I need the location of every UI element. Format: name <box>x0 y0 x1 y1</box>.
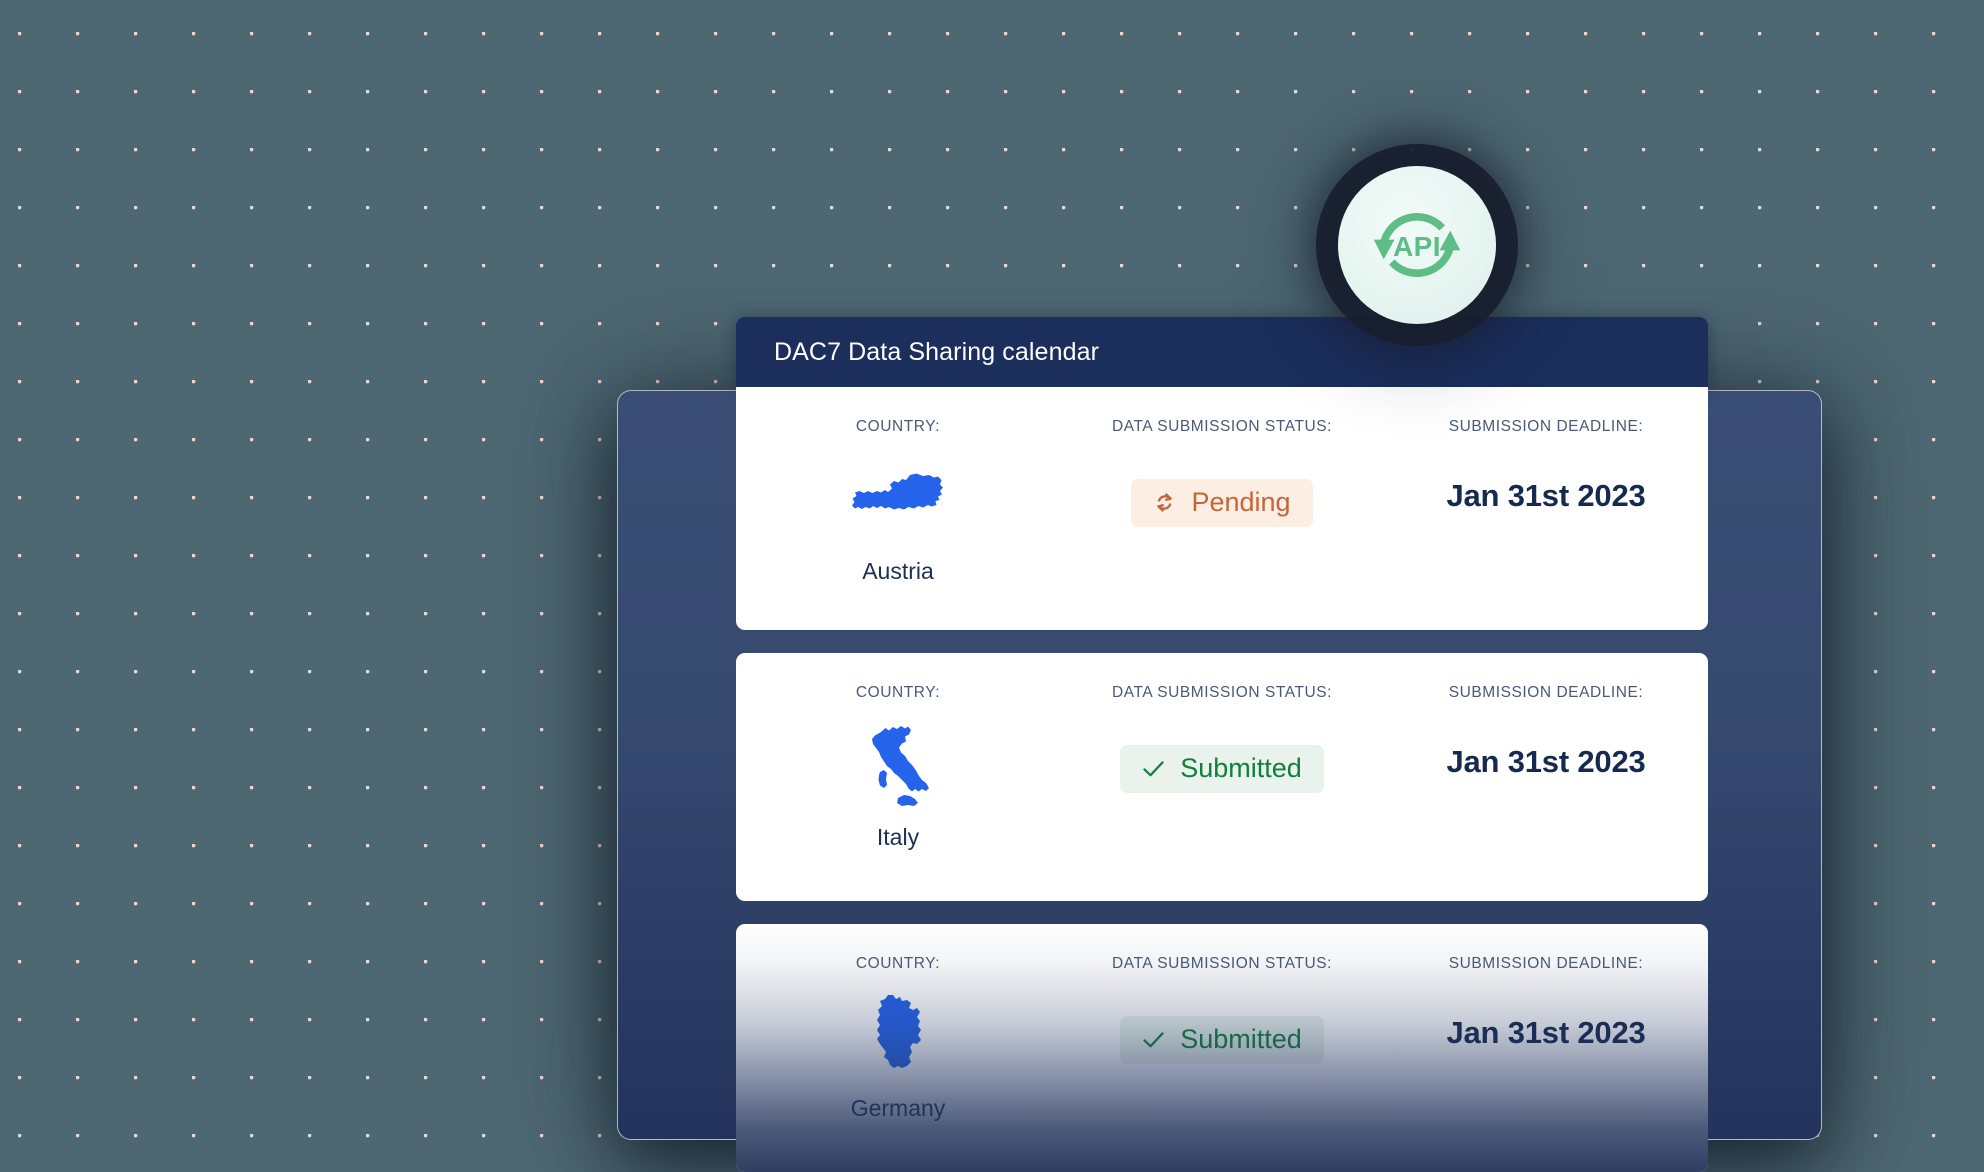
table-row[interactable]: COUNTRY: Italy DATA SUBMISSION STATUS: S… <box>736 653 1708 901</box>
table-row[interactable]: COUNTRY: Germany DATA SUBMISSION STATUS: <box>736 924 1708 1172</box>
table-row[interactable]: COUNTRY: Austria DATA SUBMISSION STATUS: <box>736 387 1708 630</box>
status-badge[interactable]: Submitted <box>1120 1016 1324 1064</box>
column-header-country: COUNTRY: <box>855 955 941 972</box>
country-name: Germany <box>850 1095 946 1121</box>
column-header-country: COUNTRY: <box>855 684 941 701</box>
deadline-cell-wrap: SUBMISSION DEADLINE: Jan 31st 2023 <box>1384 924 1708 1172</box>
country-cell: COUNTRY: Austria <box>736 387 1060 630</box>
country-name: Italy <box>876 824 920 850</box>
deadline-cell-wrap: SUBMISSION DEADLINE: Jan 31st 2023 <box>1384 653 1708 901</box>
status-cell-wrap: DATA SUBMISSION STATUS: Pending <box>1060 387 1384 630</box>
status-badge[interactable]: Submitted <box>1120 745 1324 793</box>
country-name: Austria <box>862 558 934 584</box>
check-icon <box>1140 1026 1167 1053</box>
deadline-value: Jan 31st 2023 <box>1446 478 1646 513</box>
country-cell: COUNTRY: Germany <box>736 924 1060 1172</box>
column-header-country: COUNTRY: <box>855 418 941 435</box>
column-header-deadline: SUBMISSION DEADLINE: <box>1448 684 1644 701</box>
column-header-status: DATA SUBMISSION STATUS: <box>1112 684 1332 701</box>
status-cell-wrap: DATA SUBMISSION STATUS: Submitted <box>1060 653 1384 901</box>
austria-map-icon <box>850 454 946 546</box>
api-label: API <box>1393 231 1441 262</box>
column-header-status: DATA SUBMISSION STATUS: <box>1112 955 1332 972</box>
sync-icon <box>1151 489 1178 516</box>
panel-header: DAC7 Data Sharing calendar <box>736 317 1708 387</box>
api-sync-icon: API <box>1363 191 1471 299</box>
deadline-cell-wrap: SUBMISSION DEADLINE: Jan 31st 2023 <box>1384 387 1708 630</box>
status-label: Submitted <box>1180 753 1302 783</box>
page-title: DAC7 Data Sharing calendar <box>774 337 1099 366</box>
italy-map-icon <box>862 720 934 812</box>
germany-map-icon <box>865 991 931 1083</box>
check-icon <box>1140 755 1167 782</box>
column-header-deadline: SUBMISSION DEADLINE: <box>1448 418 1644 435</box>
country-cell: COUNTRY: Italy <box>736 653 1060 901</box>
status-label: Pending <box>1191 487 1291 517</box>
status-label: Submitted <box>1180 1024 1302 1054</box>
deadline-value: Jan 31st 2023 <box>1446 1015 1646 1050</box>
deadline-value: Jan 31st 2023 <box>1446 744 1646 779</box>
status-badge[interactable]: Pending <box>1131 479 1313 527</box>
status-cell-wrap: DATA SUBMISSION STATUS: Submitted <box>1060 924 1384 1172</box>
api-badge: API <box>1338 166 1496 324</box>
column-header-status: DATA SUBMISSION STATUS: <box>1112 418 1332 435</box>
column-header-deadline: SUBMISSION DEADLINE: <box>1448 955 1644 972</box>
calendar-card-stack: DAC7 Data Sharing calendar COUNTRY: Aust… <box>736 317 1708 1172</box>
